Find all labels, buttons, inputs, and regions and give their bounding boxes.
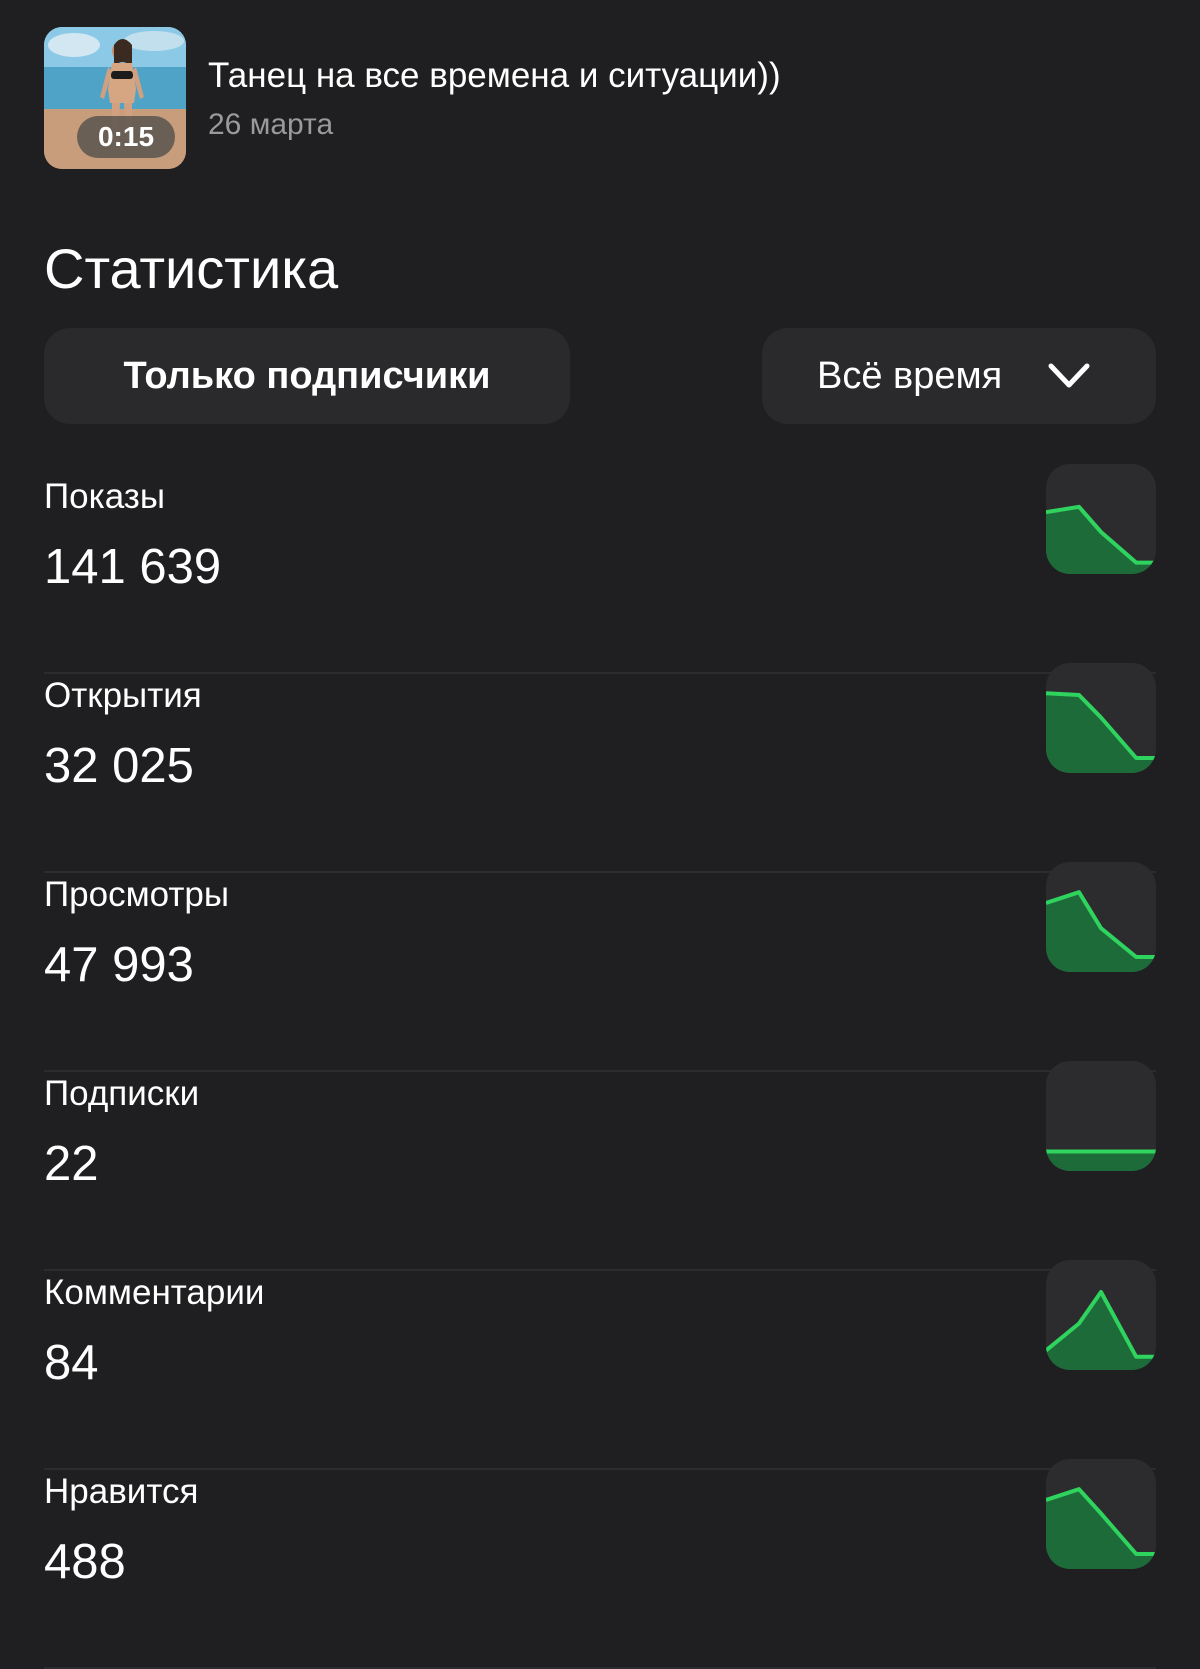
sparkline-area — [1046, 892, 1156, 972]
sparkline-chart-views[interactable] — [1046, 862, 1156, 972]
sparkline-chart-likes[interactable] — [1046, 1459, 1156, 1569]
stat-row-likes[interactable]: Нравится 488 — [44, 1459, 1156, 1669]
stat-label: Просмотры — [44, 875, 229, 914]
stat-label: Нравится — [44, 1472, 199, 1511]
sparkline-area — [1046, 693, 1156, 773]
subscribers-only-button[interactable]: Только подписчики — [44, 328, 570, 424]
stat-value: 84 — [44, 1336, 99, 1390]
sparkline-chart-opens[interactable] — [1046, 663, 1156, 773]
chevron-down-icon — [1048, 363, 1090, 388]
stat-row-impressions[interactable]: Показы 141 639 — [44, 464, 1156, 674]
stat-label: Комментарии — [44, 1273, 265, 1312]
stat-row-opens[interactable]: Открытия 32 025 — [44, 663, 1156, 873]
sparkline-svg — [1046, 1149, 1156, 1171]
stat-value: 141 639 — [44, 540, 222, 594]
sparkline-chart-impressions[interactable] — [1046, 464, 1156, 574]
stat-row-views[interactable]: Просмотры 47 993 — [44, 862, 1156, 1072]
sparkline-chart-comments[interactable] — [1046, 1260, 1156, 1370]
sparkline-svg — [1046, 1487, 1156, 1569]
stat-value: 32 025 — [44, 739, 194, 793]
stat-value: 47 993 — [44, 938, 194, 992]
period-select-value: Всё время — [817, 355, 1003, 397]
video-title[interactable]: Танец на все времена и ситуации)) — [208, 55, 781, 97]
period-select[interactable]: Всё время — [762, 328, 1156, 424]
video-thumbnail[interactable]: 0:15 — [44, 27, 186, 169]
sparkline-svg — [1046, 890, 1156, 972]
stat-label: Открытия — [44, 676, 202, 715]
sparkline-area — [1046, 1489, 1156, 1569]
video-date: 26 марта — [208, 108, 334, 141]
sparkline-chart-subscriptions[interactable] — [1046, 1061, 1156, 1171]
video-duration-badge: 0:15 — [77, 116, 175, 158]
stat-value: 488 — [44, 1535, 126, 1589]
sparkline-area — [1046, 1151, 1156, 1171]
stat-row-subscriptions[interactable]: Подписки 22 — [44, 1061, 1156, 1271]
sparkline-svg — [1046, 504, 1156, 574]
stat-label: Показы — [44, 477, 165, 516]
stat-row-comments[interactable]: Комментарии 84 — [44, 1260, 1156, 1470]
video-header[interactable]: 0:15 Танец на все времена и ситуации)) 2… — [44, 27, 1156, 169]
statistics-title: Статистика — [44, 237, 339, 300]
stat-value: 22 — [44, 1137, 99, 1191]
stat-label: Подписки — [44, 1074, 200, 1113]
sparkline-svg — [1046, 1290, 1156, 1370]
sparkline-svg — [1046, 691, 1156, 773]
